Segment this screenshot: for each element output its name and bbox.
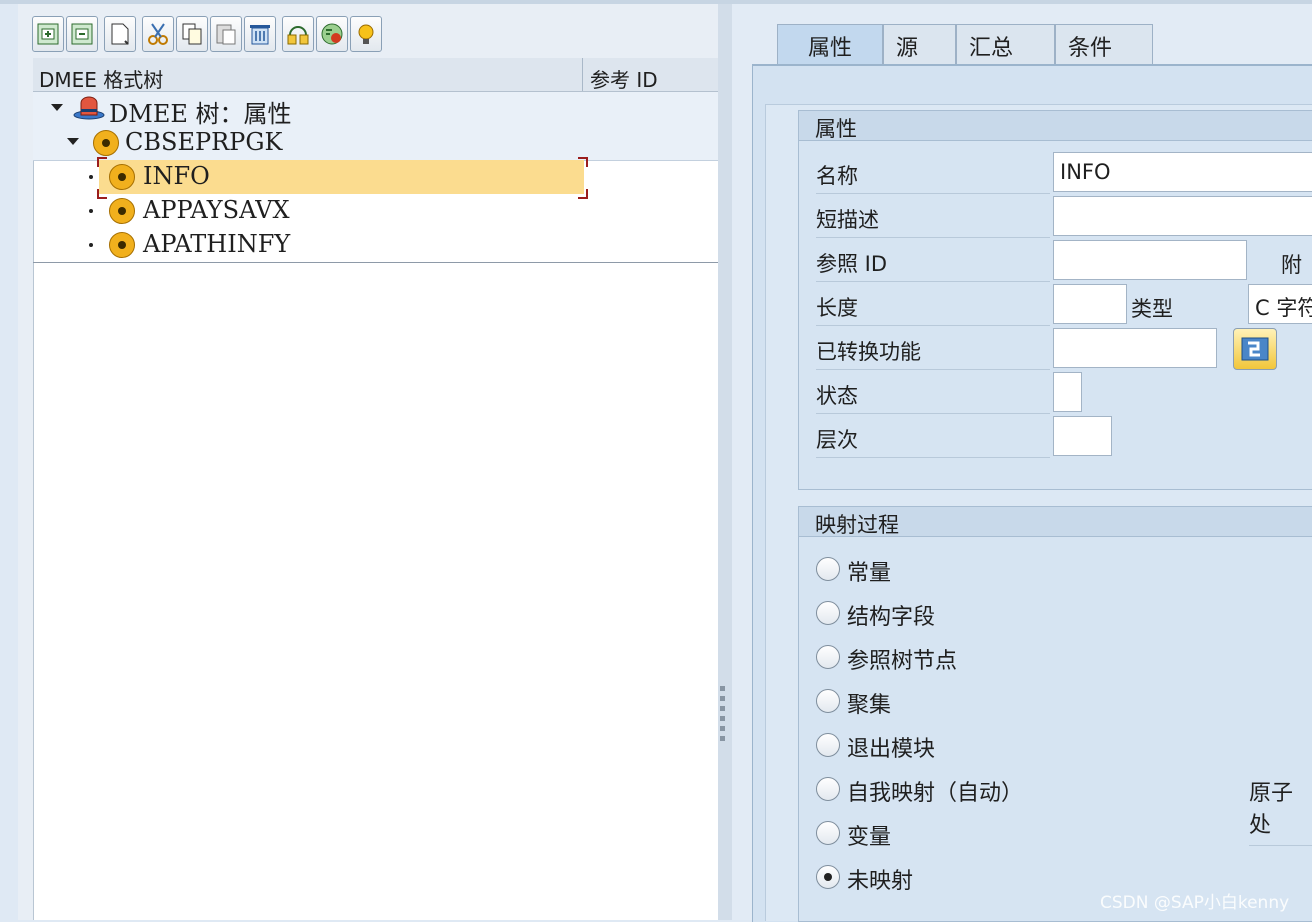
expand-triangle-icon[interactable] (67, 138, 79, 145)
hat-icon (73, 95, 105, 125)
node-icon (93, 130, 119, 156)
tab-aggregation[interactable]: 汇总 (956, 24, 1055, 64)
attachment-label: 附 (1281, 253, 1302, 277)
delete-icon[interactable] (244, 16, 276, 52)
tab-source[interactable]: 源 (883, 24, 956, 64)
function-select-icon[interactable] (1233, 328, 1277, 370)
radio-label-not-mapped[interactable]: 未映射 (847, 863, 913, 895)
tree-child-row-appaysavx[interactable]: APPAYSAVX (33, 194, 718, 228)
radio-label-constant[interactable]: 常量 (847, 555, 891, 587)
selection-corner (97, 157, 107, 167)
radio-label-structure-field[interactable]: 结构字段 (847, 599, 935, 631)
tree-child-row-info[interactable]: INFO (33, 157, 718, 199)
level-field[interactable] (1053, 416, 1112, 456)
selection-corner (578, 157, 588, 167)
insert-subnode-icon[interactable] (32, 16, 64, 52)
converted-function-label: 已转换功能 (816, 328, 1050, 370)
node-icon (109, 164, 135, 190)
tree-header: DMEE 格式树 参考 ID (33, 58, 718, 92)
status-field[interactable] (1053, 372, 1082, 412)
tree-child-label: APATHINFY (143, 230, 291, 258)
column-ref-id[interactable]: 参考 ID (590, 64, 658, 93)
type-field[interactable]: C 字符 (1248, 284, 1312, 324)
tree-node-row[interactable]: CBSEPRPGK (33, 126, 718, 161)
radio-variable[interactable] (816, 821, 840, 845)
column-separator[interactable] (582, 58, 583, 91)
short-description-label: 短描述 (816, 196, 1050, 238)
length-label: 长度 (816, 284, 1050, 326)
tree-node-label: CBSEPRPGK (125, 128, 283, 156)
radio-exit-module[interactable] (816, 733, 840, 757)
radio-self-mapping[interactable] (816, 777, 840, 801)
tree-child-row-apathinfy[interactable]: APATHINFY (33, 228, 718, 263)
radio-label-reference-node[interactable]: 参照树节点 (847, 643, 957, 675)
tab-conditions[interactable]: 条件 (1055, 24, 1153, 64)
converted-function-field[interactable] (1053, 328, 1217, 368)
leaf-dot-icon (89, 209, 93, 213)
radio-label-exit-module[interactable]: 退出模块 (847, 731, 935, 763)
copy-icon[interactable] (176, 16, 208, 52)
radio-label-aggregation[interactable]: 聚集 (847, 687, 891, 719)
splitter-grip[interactable] (720, 706, 725, 711)
radio-label-variable[interactable]: 变量 (847, 819, 891, 851)
paste-icon[interactable] (210, 16, 242, 52)
new-document-icon[interactable] (104, 16, 136, 52)
name-field[interactable]: INFO (1053, 152, 1312, 192)
check-icon[interactable] (316, 16, 348, 52)
attributes-group-title: 属性 (799, 111, 1312, 141)
type-label: 类型 (1131, 297, 1173, 321)
radio-reference-node[interactable] (816, 645, 840, 669)
atomic-processing-label: 原子处 (1249, 775, 1312, 846)
splitter-grip[interactable] (720, 736, 725, 741)
transport-icon[interactable] (282, 16, 314, 52)
watermark: CSDN @SAP小白kenny (1100, 893, 1290, 913)
splitter-grip[interactable] (720, 726, 725, 731)
cut-icon[interactable] (142, 16, 174, 52)
radio-aggregation[interactable] (816, 689, 840, 713)
splitter-grip[interactable] (720, 686, 725, 691)
leaf-dot-icon (89, 175, 93, 179)
name-label: 名称 (816, 152, 1050, 194)
splitter-grip[interactable] (720, 716, 725, 721)
radio-label-self-mapping[interactable]: 自我映射（自动） (847, 775, 1023, 807)
tree-child-label: APPAYSAVX (143, 196, 290, 224)
leaf-dot-icon (89, 243, 93, 247)
radio-structure-field[interactable] (816, 601, 840, 625)
splitter-grip[interactable] (720, 696, 725, 701)
tree-child-label: INFO (143, 162, 210, 190)
node-icon (109, 232, 135, 258)
tree-toolbar (32, 16, 382, 54)
expand-triangle-icon[interactable] (51, 104, 63, 111)
reference-id-field[interactable] (1053, 240, 1247, 280)
tab-attributes[interactable]: 属性 (777, 24, 883, 64)
level-label: 层次 (816, 416, 1050, 458)
pane-splitter[interactable] (718, 4, 732, 920)
short-description-field[interactable] (1053, 196, 1312, 236)
node-icon (109, 198, 135, 224)
radio-not-mapped[interactable] (816, 865, 840, 889)
column-format-tree[interactable]: DMEE 格式树 (39, 64, 163, 93)
status-label: 状态 (816, 372, 1050, 414)
tree-root-label: DMEE 树：属性 (109, 100, 292, 128)
info-bulb-icon[interactable] (350, 16, 382, 52)
insert-node-icon[interactable] (66, 16, 98, 52)
tree-root-row[interactable]: DMEE 树：属性 (33, 92, 718, 128)
reference-id-label: 参照 ID (816, 240, 1050, 282)
radio-constant[interactable] (816, 557, 840, 581)
length-field[interactable] (1053, 284, 1127, 324)
mapping-group-title: 映射过程 (799, 507, 1312, 537)
